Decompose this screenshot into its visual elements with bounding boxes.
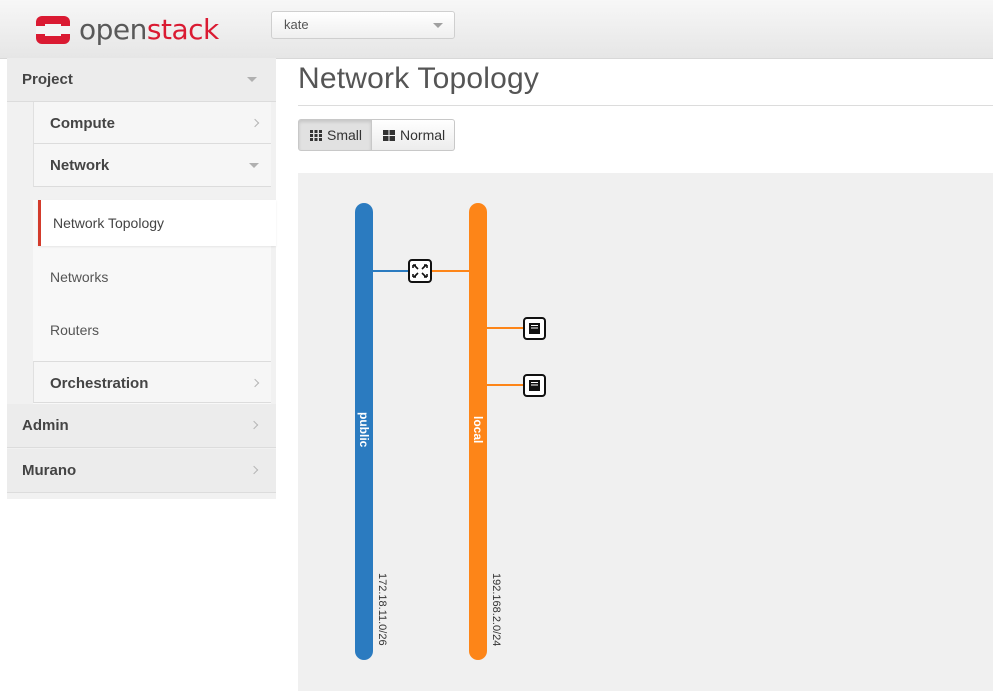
sidebar-item-routers[interactable]: Routers: [38, 307, 276, 353]
chevron-right-icon: [250, 118, 260, 128]
sidebar-item-label: Compute: [50, 115, 115, 132]
small-view-label: Small: [327, 127, 363, 143]
sidebar-item-label: Network Topology: [53, 215, 165, 231]
chevron-right-icon: [250, 378, 260, 388]
divider: [298, 105, 993, 106]
sidebar-item-compute[interactable]: Compute: [33, 102, 271, 144]
small-view-button[interactable]: Small: [298, 119, 373, 151]
network-name: local: [471, 416, 485, 443]
sidebar-item-network-topology[interactable]: Network Topology: [38, 200, 276, 246]
sidebar-item-label: Project: [22, 71, 73, 88]
project-selector-value: kate: [284, 17, 309, 32]
chevron-right-icon: [249, 420, 259, 430]
openstack-logo-icon: [35, 12, 71, 48]
sidebar-item-project[interactable]: Project: [7, 58, 276, 102]
sidebar-item-label: Network: [50, 157, 110, 174]
chevron-right-icon: [249, 465, 259, 475]
sidebar: Project Compute Network Network Topology…: [7, 58, 276, 499]
small-grid-icon: [310, 129, 322, 141]
page-title: Network Topology: [298, 62, 540, 95]
network-cidr: 172.18.11.0/26: [376, 573, 388, 646]
sidebar-item-network[interactable]: Network: [33, 144, 271, 187]
sidebar-item-label: Routers: [50, 322, 100, 338]
normal-view-label: Normal: [400, 127, 446, 143]
topology-canvas: public 172.18.11.0/26 local 192.168.2.0/…: [298, 173, 993, 691]
network-cidr: 192.168.2.0/24: [490, 573, 502, 646]
logo-text: openstack: [79, 13, 219, 46]
normal-view-button[interactable]: Normal: [372, 119, 456, 151]
network-local[interactable]: local 192.168.2.0/24: [469, 203, 502, 660]
sidebar-item-label: Murano: [22, 462, 77, 479]
top-bar: openstack kate: [0, 0, 993, 59]
sidebar-item-murano[interactable]: Murano: [7, 449, 276, 493]
view-size-toggle: Small Normal: [298, 119, 456, 151]
sidebar-item-orchestration[interactable]: Orchestration: [33, 361, 271, 403]
network-name: public: [357, 412, 371, 448]
chevron-down-icon: [247, 77, 257, 82]
large-grid-icon: [383, 129, 396, 141]
chevron-down-icon: [433, 23, 443, 28]
sidebar-item-networks[interactable]: Networks: [38, 254, 276, 300]
sidebar-item-label: Admin: [22, 417, 69, 434]
sidebar-item-label: Networks: [50, 269, 109, 285]
openstack-logo[interactable]: openstack: [35, 12, 219, 48]
chevron-down-icon: [249, 163, 259, 168]
router-icon[interactable]: [408, 259, 432, 283]
sidebar-item-admin[interactable]: Admin: [7, 404, 276, 448]
sidebar-item-label: Orchestration: [50, 375, 149, 392]
project-selector[interactable]: kate: [271, 11, 455, 39]
instance-icon[interactable]: [523, 374, 546, 397]
instance-icon[interactable]: [523, 317, 546, 340]
